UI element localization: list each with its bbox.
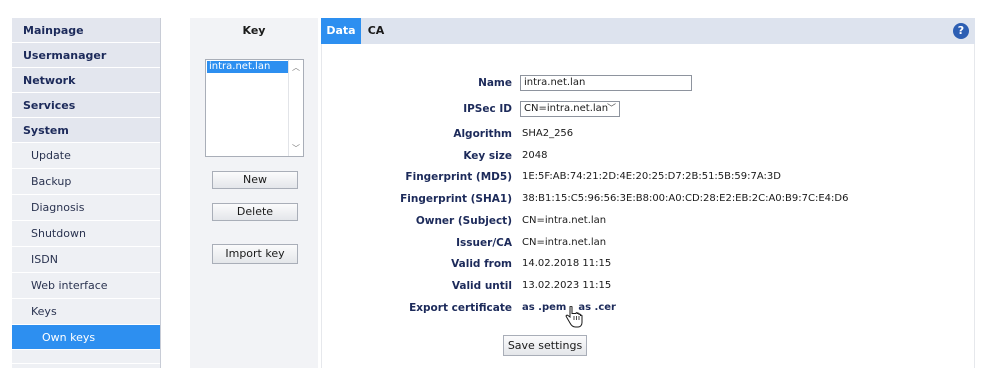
sidebar-item-partial[interactable] bbox=[12, 350, 160, 364]
hand-cursor-icon bbox=[565, 306, 583, 328]
row-algorithm: Algorithm SHA2_256 bbox=[322, 126, 976, 142]
sidebar-item-network[interactable]: Network bbox=[12, 68, 160, 93]
tab-data[interactable]: Data bbox=[321, 18, 361, 44]
tab-ca[interactable]: CA bbox=[361, 18, 391, 44]
scroll-down-icon[interactable]: ﹀ bbox=[292, 143, 300, 154]
algorithm-value: SHA2_256 bbox=[522, 128, 574, 139]
help-icon[interactable]: ? bbox=[953, 23, 969, 39]
sidebar-item-usermanager[interactable]: Usermanager bbox=[12, 43, 160, 68]
key-list-item[interactable]: intra.net.lan bbox=[207, 61, 288, 73]
new-key-button[interactable]: New bbox=[212, 171, 298, 189]
delete-key-button[interactable]: Delete bbox=[212, 203, 298, 221]
ipsec-id-select[interactable]: CN=intra.net.lan ﹀ bbox=[520, 101, 620, 117]
row-key-size: Key size 2048 bbox=[322, 148, 976, 164]
algorithm-label: Algorithm bbox=[453, 128, 512, 140]
issuer-label: Issuer/CA bbox=[456, 237, 512, 249]
tab-bar: Data CA ? bbox=[321, 18, 975, 44]
row-fingerprint-sha1: Fingerprint (SHA1) 38:B1:15:C5:96:56:3E:… bbox=[322, 191, 976, 207]
row-ipsec-id: IPSec ID CN=intra.net.lan ﹀ bbox=[322, 101, 976, 117]
name-input[interactable]: intra.net.lan bbox=[520, 75, 692, 91]
key-size-value: 2048 bbox=[522, 150, 548, 161]
row-fingerprint-md5: Fingerprint (MD5) 1E:5F:AB:74:21:2D:4E:2… bbox=[322, 169, 976, 185]
issuer-value: CN=intra.net.lan bbox=[522, 237, 607, 248]
import-key-button[interactable]: Import key bbox=[212, 244, 298, 264]
fingerprint-sha1-value: 38:B1:15:C5:96:56:3E:B8:00:A0:CD:28:E2:E… bbox=[522, 193, 849, 204]
scroll-up-icon[interactable]: ︿ bbox=[292, 62, 300, 73]
top-bar bbox=[0, 0, 984, 10]
valid-until-label: Valid until bbox=[451, 280, 512, 292]
row-owner: Owner (Subject) CN=intra.net.lan bbox=[322, 213, 976, 229]
sidebar-item-diagnosis[interactable]: Diagnosis bbox=[12, 195, 160, 221]
fingerprint-sha1-label: Fingerprint (SHA1) bbox=[400, 193, 512, 205]
ipsec-id-label: IPSec ID bbox=[463, 103, 512, 115]
row-issuer: Issuer/CA CN=intra.net.lan bbox=[322, 235, 976, 251]
row-export: Export certificate as .pem as .cer bbox=[322, 300, 976, 316]
sidebar-item-services[interactable]: Services bbox=[12, 93, 160, 118]
chevron-down-icon: ﹀ bbox=[606, 104, 616, 114]
export-cer-link[interactable]: as .cer bbox=[578, 302, 616, 313]
fingerprint-md5-label: Fingerprint (MD5) bbox=[405, 171, 512, 183]
key-listbox[interactable]: intra.net.lan ︿ ﹀ bbox=[205, 59, 304, 157]
key-size-label: Key size bbox=[463, 150, 512, 162]
valid-from-value: 14.02.2018 11:15 bbox=[522, 258, 612, 269]
save-settings-button[interactable]: Save settings bbox=[503, 335, 587, 356]
sidebar-item-isdn[interactable]: ISDN bbox=[12, 247, 160, 273]
sidebar-item-shutdown[interactable]: Shutdown bbox=[12, 221, 160, 247]
owner-value: CN=intra.net.lan bbox=[522, 215, 607, 226]
key-panel-header: Key bbox=[190, 18, 318, 45]
sidebar-item-mainpage[interactable]: Mainpage bbox=[12, 18, 160, 43]
sidebar-item-backup[interactable]: Backup bbox=[12, 169, 160, 195]
ipsec-id-value: CN=intra.net.lan bbox=[524, 103, 609, 114]
export-pem-link[interactable]: as .pem bbox=[522, 302, 566, 313]
row-valid-from: Valid from 14.02.2018 11:15 bbox=[322, 256, 976, 272]
sidebar-item-own-keys[interactable]: Own keys bbox=[12, 325, 160, 350]
sidebar-item-web-interface[interactable]: Web interface bbox=[12, 273, 160, 299]
sidebar-item-update[interactable]: Update bbox=[12, 143, 160, 169]
fingerprint-md5-value: 1E:5F:AB:74:21:2D:4E:20:25:D7:2B:51:5B:5… bbox=[522, 171, 781, 182]
row-valid-until: Valid until 13.02.2023 11:15 bbox=[322, 278, 976, 294]
data-form: Name intra.net.lan IPSec ID CN=intra.net… bbox=[321, 44, 975, 368]
sidebar-item-keys[interactable]: Keys bbox=[12, 299, 160, 325]
name-label: Name bbox=[478, 77, 512, 89]
listbox-scrollbar[interactable]: ︿ ﹀ bbox=[288, 60, 303, 156]
owner-label: Owner (Subject) bbox=[415, 215, 512, 227]
sidebar-item-system[interactable]: System bbox=[12, 118, 160, 143]
key-panel: intra.net.lan ︿ ﹀ New Delete Import key bbox=[190, 44, 318, 368]
sidebar: Mainpage Usermanager Network Services Sy… bbox=[12, 18, 161, 368]
valid-from-label: Valid from bbox=[451, 258, 512, 270]
valid-until-value: 13.02.2023 11:15 bbox=[522, 280, 612, 291]
export-label: Export certificate bbox=[409, 302, 512, 314]
row-name: Name intra.net.lan bbox=[322, 75, 976, 91]
